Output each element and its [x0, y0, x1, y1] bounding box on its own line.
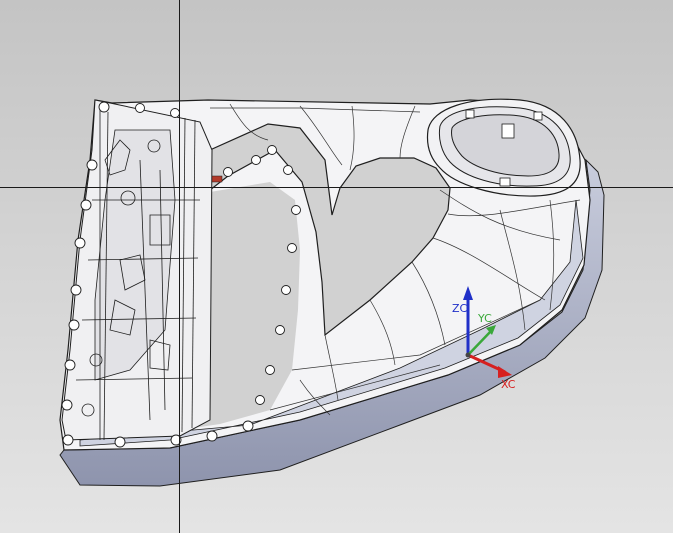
yc-axis-label: YC [478, 312, 492, 325]
crosshair-horizontal [0, 187, 673, 188]
graphics-window[interactable]: ZC YC XC [0, 0, 673, 533]
xc-axis-label: XC [501, 378, 516, 391]
door-trim-model[interactable] [0, 0, 673, 533]
crosshair-vertical [179, 0, 180, 533]
red-feature-marker [211, 175, 223, 183]
zc-axis-label: ZC [452, 302, 468, 315]
